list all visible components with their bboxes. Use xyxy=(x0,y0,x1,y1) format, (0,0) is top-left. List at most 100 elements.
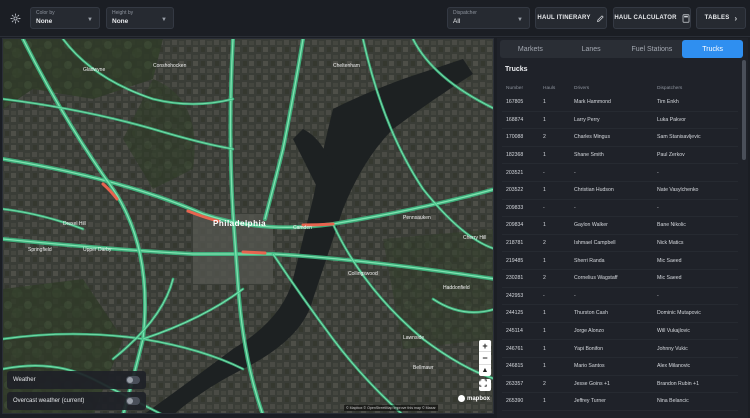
tab-markets[interactable]: Markets xyxy=(500,40,561,58)
mapbox-logo-icon xyxy=(458,395,465,402)
truck-driver: Cornelius Wagstaff xyxy=(574,275,618,282)
height-by-select[interactable]: Height by None ▼ xyxy=(106,7,174,29)
panel-scrollbar[interactable] xyxy=(742,60,746,160)
table-row[interactable]: 168874 1 Larry Perry Luka Pakvor xyxy=(502,112,738,130)
table-row[interactable]: 203522 1 Christian Hudson Nate Vasylchenko xyxy=(502,182,738,200)
height-by-label: Height by xyxy=(112,10,134,16)
table-row[interactable]: 246761 1 Yapi Bonifon Johnny Vukic xyxy=(502,340,738,358)
truck-driver: Jeffrey Turner xyxy=(574,398,606,405)
truck-hauls: 1 xyxy=(543,345,546,352)
top-toolbar: Color by None ▼ Height by None ▼ Dispatc… xyxy=(0,0,750,37)
table-row[interactable]: 245114 1 Jorge Alonzo Will Vukajlovic xyxy=(502,323,738,341)
truck-number: 209834 xyxy=(506,222,524,229)
column-header-number[interactable]: Number xyxy=(502,86,543,91)
table-header: Number Hauls Drivers Dispatchers xyxy=(502,82,738,94)
haul-calculator-label: HAUL CALCULATOR xyxy=(614,15,677,21)
map-place-label: Springfield xyxy=(28,247,52,253)
map-place-label: Camden xyxy=(293,225,312,231)
calculator-icon xyxy=(682,13,690,23)
tab-lanes[interactable]: Lanes xyxy=(561,40,622,58)
zoom-in-button[interactable]: + xyxy=(479,340,491,353)
tables-button[interactable]: TABLES › xyxy=(696,7,746,29)
table-row[interactable]: 167805 1 Mark Hammond Tim Enkh xyxy=(502,94,738,112)
table-row[interactable]: 246815 1 Mario Santos Alex Milanovic xyxy=(502,358,738,376)
table-row[interactable]: 170088 2 Charles Mingus Sam Stanisavljevic xyxy=(502,129,738,147)
chevron-down-icon: ▼ xyxy=(87,17,93,23)
dispatcher-select[interactable]: Dispatcher All ▼ xyxy=(447,7,530,29)
truck-number: 167805 xyxy=(506,99,524,106)
weather-layer-label: Weather xyxy=(13,377,36,383)
truck-hauls: 1 xyxy=(543,116,546,123)
color-by-select[interactable]: Color by None ▼ xyxy=(30,7,100,29)
map-canvas[interactable]: Gladwyne Conshohocken Drexel Hill Springfie… xyxy=(2,38,494,414)
overcast-layer-card[interactable]: Overcast weather (current) xyxy=(7,392,146,410)
truck-dispatcher: Dominic Mutapovic xyxy=(657,310,701,317)
tab-fuel-stations[interactable]: Fuel Stations xyxy=(622,40,683,58)
column-header-dispatchers[interactable]: Dispatchers xyxy=(657,86,737,91)
settings-button[interactable] xyxy=(6,9,24,27)
table-row[interactable]: 203521 - - - xyxy=(502,164,738,182)
truck-dispatcher: - xyxy=(657,169,659,176)
truck-dispatcher: Alex Milanovic xyxy=(657,363,691,370)
truck-dispatcher: Nina Belancic xyxy=(657,398,689,405)
fullscreen-button[interactable] xyxy=(479,379,491,391)
dispatcher-value: All xyxy=(453,18,461,25)
truck-driver: Mark Hammond xyxy=(574,99,611,106)
satellite-map: Gladwyne Conshohocken Drexel Hill Springfie… xyxy=(3,39,493,413)
chevron-down-icon: ▼ xyxy=(161,17,167,23)
truck-driver: Shane Smith xyxy=(574,152,604,159)
truck-driver: Larry Perry xyxy=(574,116,600,123)
map-place-label: Collingswood xyxy=(348,271,378,277)
map-attribution[interactable]: © Mapbox © OpenStreetMap Improve this ma… xyxy=(344,405,438,411)
overcast-layer-label: Overcast weather (current) xyxy=(13,398,85,404)
haul-calculator-button[interactable]: HAUL CALCULATOR xyxy=(613,7,691,29)
column-header-hauls[interactable]: Hauls xyxy=(543,86,574,91)
weather-layer-card[interactable]: Weather xyxy=(7,371,146,389)
gear-icon xyxy=(9,12,21,24)
truck-hauls: - xyxy=(543,292,545,299)
truck-driver: Jorge Alonzo xyxy=(574,328,604,335)
table-row[interactable]: 209833 - - - xyxy=(502,200,738,218)
table-row[interactable]: 219485 1 Sherri Randa Mic Saeed xyxy=(502,252,738,270)
truck-hauls: 1 xyxy=(543,152,546,159)
zoom-out-button[interactable]: − xyxy=(479,352,491,365)
table-row[interactable]: 218781 2 Ishmael Campbell Nick Matics xyxy=(502,235,738,253)
chevron-down-icon: ▼ xyxy=(517,17,523,23)
map-place-label: Lawnside xyxy=(403,335,424,341)
truck-hauls: 1 xyxy=(543,99,546,106)
map-place-label: Drexel Hill xyxy=(63,221,86,227)
column-header-drivers[interactable]: Drivers xyxy=(574,86,657,91)
truck-number: 263357 xyxy=(506,380,524,387)
truck-number: 218781 xyxy=(506,240,524,247)
right-panel: Markets Lanes Fuel Stations Trucks Truck… xyxy=(497,38,748,418)
truck-driver: Christian Hudson xyxy=(574,187,614,194)
table-row[interactable]: 265390 1 Jeffrey Turner Nina Belancic xyxy=(502,393,738,411)
map-place-label: Haddonfield xyxy=(443,285,470,291)
truck-hauls: 1 xyxy=(543,363,546,370)
map-place-label: Upper Darby xyxy=(83,247,112,253)
truck-hauls: 1 xyxy=(543,398,546,405)
truck-dispatcher: Luka Pakvor xyxy=(657,116,686,123)
table-row[interactable]: 263357 2 Jesse Goins +1 Brandon Rubin +1 xyxy=(502,376,738,394)
overcast-toggle[interactable] xyxy=(126,397,140,405)
table-row[interactable]: 244125 1 Thurston Cash Dominic Mutapovic xyxy=(502,305,738,323)
table-row[interactable]: 242953 - - - xyxy=(502,288,738,306)
truck-hauls: - xyxy=(543,204,545,211)
table-row[interactable]: 209834 1 Gaylon Walker Bane Nikolic xyxy=(502,217,738,235)
truck-driver: - xyxy=(574,204,576,211)
map-place-label: Conshohocken xyxy=(153,63,187,69)
truck-dispatcher: Nick Matics xyxy=(657,240,684,247)
congestion-segment xyxy=(241,250,267,255)
haul-itinerary-button[interactable]: HAUL ITINERARY xyxy=(535,7,607,29)
table-row[interactable]: 182368 1 Shane Smith Paul Zerkov xyxy=(502,147,738,165)
truck-dispatcher: Johnny Vukic xyxy=(657,345,688,352)
table-row[interactable]: 230281 2 Cornelius Wagstaff Mic Saeed xyxy=(502,270,738,288)
weather-toggle[interactable] xyxy=(126,376,140,384)
compass-button[interactable]: ▲ xyxy=(479,365,491,376)
truck-dispatcher: Brandon Rubin +1 xyxy=(657,380,699,387)
truck-number: 230281 xyxy=(506,275,524,282)
truck-driver: - xyxy=(574,169,576,176)
truck-driver: - xyxy=(574,292,576,299)
truck-hauls: 2 xyxy=(543,134,546,141)
tab-trucks[interactable]: Trucks xyxy=(682,40,743,58)
